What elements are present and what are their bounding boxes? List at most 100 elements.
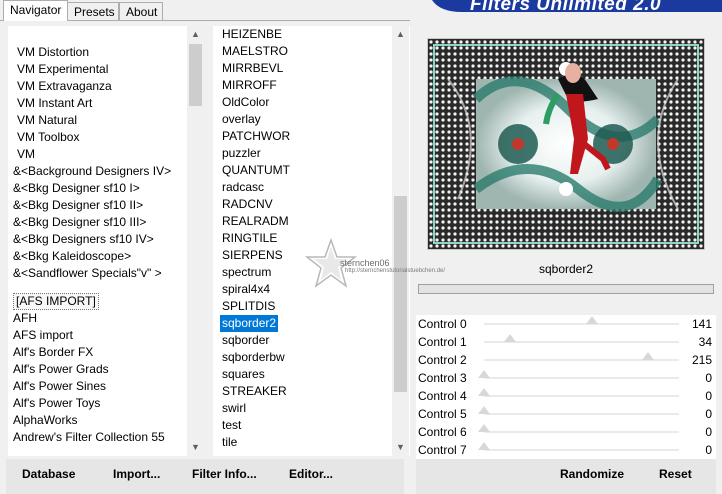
category-item[interactable]: Alf's Power Sines — [13, 378, 106, 395]
filter-name-bar — [418, 284, 714, 294]
category-item[interactable]: &<Bkg Designer sf10 I> — [13, 180, 140, 197]
category-item[interactable]: VM Experimental — [17, 61, 108, 78]
control-row[interactable]: Control 7 0 — [416, 441, 716, 459]
control-row[interactable]: Control 0 141 — [416, 315, 716, 333]
tab-bar: Navigator Presets About Filters Unlimite… — [0, 0, 722, 22]
chevron-down-icon[interactable]: ▼ — [392, 439, 409, 456]
category-scrollbar[interactable]: ▲ ▼ — [187, 26, 204, 456]
category-item[interactable]: &<Bkg Designer sf10 II> — [13, 197, 143, 214]
filter-item[interactable]: MIRROFF — [222, 77, 277, 94]
category-item[interactable]: AlphaWorks — [13, 412, 77, 429]
filter-item[interactable]: spiral4x4 — [222, 281, 270, 298]
control-value: 0 — [705, 425, 712, 439]
chevron-up-icon[interactable]: ▲ — [392, 26, 409, 43]
filter-item[interactable]: PATCHWOR — [222, 128, 290, 145]
filter-item[interactable]: STREAKER — [222, 383, 287, 400]
filter-item[interactable]: RINGTILE — [222, 230, 277, 247]
category-item[interactable]: Alf's Power Grads — [13, 361, 109, 378]
control-slider-track[interactable] — [484, 395, 679, 397]
import-button[interactable]: Import... — [113, 467, 160, 481]
tab-about[interactable]: About — [119, 2, 163, 20]
controls-panel: Control 0 141 Control 1 34 Control 2 215 Contr… — [416, 315, 716, 459]
filter-item[interactable]: puzzler — [222, 145, 261, 162]
filter-item[interactable]: squares — [222, 366, 265, 383]
control-row[interactable]: Control 4 0 — [416, 387, 716, 405]
control-row[interactable]: Control 5 0 — [416, 405, 716, 423]
category-item[interactable]: VM Natural — [17, 112, 77, 129]
category-item[interactable]: VM — [17, 146, 35, 163]
control-slider-track[interactable] — [484, 449, 679, 451]
control-slider-thumb[interactable] — [642, 352, 655, 360]
control-row[interactable]: Control 6 0 — [416, 423, 716, 441]
category-item[interactable]: &<Background Designers IV> — [13, 163, 171, 180]
control-slider-track[interactable] — [484, 413, 679, 415]
filter-item[interactable]: sqborder — [222, 332, 269, 349]
filter-item[interactable]: QUANTUMT — [222, 162, 290, 179]
control-slider-thumb[interactable] — [478, 388, 490, 396]
filter-item[interactable]: radcasc — [222, 179, 264, 196]
filter-item[interactable]: SPLITDIS — [222, 298, 275, 315]
scroll-thumb[interactable] — [189, 44, 202, 106]
control-row[interactable]: Control 1 34 — [416, 333, 716, 351]
category-item[interactable]: &<Bkg Designer sf10 III> — [13, 214, 146, 231]
category-item[interactable]: AFH — [13, 310, 37, 327]
control-slider-thumb[interactable] — [585, 316, 598, 324]
control-label: Control 7 — [418, 443, 467, 457]
control-slider-track[interactable] — [484, 377, 679, 379]
filter-item[interactable]: test — [222, 417, 241, 434]
control-slider-track[interactable] — [484, 431, 679, 433]
filter-item[interactable]: HEIZENBE — [222, 26, 282, 43]
control-label: Control 2 — [418, 353, 467, 367]
control-slider-thumb[interactable] — [478, 424, 490, 432]
filter-preview — [427, 38, 705, 250]
filter-item[interactable]: RADCNV — [222, 196, 273, 213]
database-button[interactable]: Database — [22, 467, 75, 481]
filter-item[interactable]: sqborderbw — [222, 349, 285, 366]
category-item[interactable]: [AFS IMPORT] — [13, 293, 99, 310]
control-slider-thumb[interactable] — [478, 370, 490, 378]
category-item[interactable]: AFS import — [13, 327, 73, 344]
control-slider-thumb[interactable] — [478, 442, 490, 450]
preview-image — [428, 39, 704, 249]
category-item[interactable]: &<Bkg Kaleidoscope> — [13, 248, 131, 265]
reset-button[interactable]: Reset — [659, 467, 692, 481]
filter-item[interactable]: sqborder2 — [220, 315, 279, 332]
selected-filter-name: sqborder2 — [538, 262, 594, 276]
control-slider-thumb[interactable] — [503, 334, 516, 342]
category-item[interactable]: &<Sandflower Specials"v" > — [13, 265, 162, 282]
category-item[interactable]: &<Bkg Designers sf10 IV> — [13, 231, 154, 248]
control-row[interactable]: Control 3 0 — [416, 369, 716, 387]
tab-navigator[interactable]: Navigator — [3, 0, 68, 21]
filter-item[interactable]: overlay — [222, 111, 261, 128]
scroll-thumb[interactable] — [394, 196, 407, 392]
tab-presets[interactable]: Presets — [67, 2, 119, 20]
category-item[interactable]: Alf's Power Toys — [13, 395, 100, 412]
filter-item[interactable]: SIERPENS — [222, 247, 283, 264]
category-item[interactable]: VM Instant Art — [17, 95, 92, 112]
filter-item[interactable]: MAELSTRO — [222, 43, 288, 60]
control-slider-thumb[interactable] — [478, 406, 490, 414]
app-title: Filters Unlimited 2.0 — [470, 0, 662, 15]
category-list[interactable]: VM Distortion VM Experimental VM Extravaga… — [8, 26, 204, 456]
chevron-up-icon[interactable]: ▲ — [187, 26, 204, 43]
category-item[interactable]: VM Extravaganza — [17, 78, 112, 95]
filter-item[interactable]: REALRADM — [222, 213, 289, 230]
control-row[interactable]: Control 2 215 — [416, 351, 716, 369]
filter-info-button[interactable]: Filter Info... — [192, 467, 257, 481]
category-item[interactable]: VM Toolbox — [17, 129, 79, 146]
filter-item[interactable]: OldColor — [222, 94, 269, 111]
control-slider-track[interactable] — [484, 323, 679, 325]
category-item[interactable]: VM Distortion — [17, 44, 89, 61]
editor-button[interactable]: Editor... — [289, 467, 333, 481]
category-item[interactable]: Andrew's Filter Collection 55 — [13, 429, 165, 446]
control-value: 0 — [705, 407, 712, 421]
filter-item[interactable]: swirl — [222, 400, 246, 417]
chevron-down-icon[interactable]: ▼ — [187, 439, 204, 456]
randomize-button[interactable]: Randomize — [560, 467, 624, 481]
control-value: 0 — [705, 389, 712, 403]
control-value: 141 — [691, 317, 712, 331]
filter-item[interactable]: MIRRBEVL — [222, 60, 283, 77]
filter-item[interactable]: spectrum — [222, 264, 271, 281]
category-item[interactable]: Alf's Border FX — [13, 344, 93, 361]
filter-item[interactable]: tile — [222, 434, 237, 451]
